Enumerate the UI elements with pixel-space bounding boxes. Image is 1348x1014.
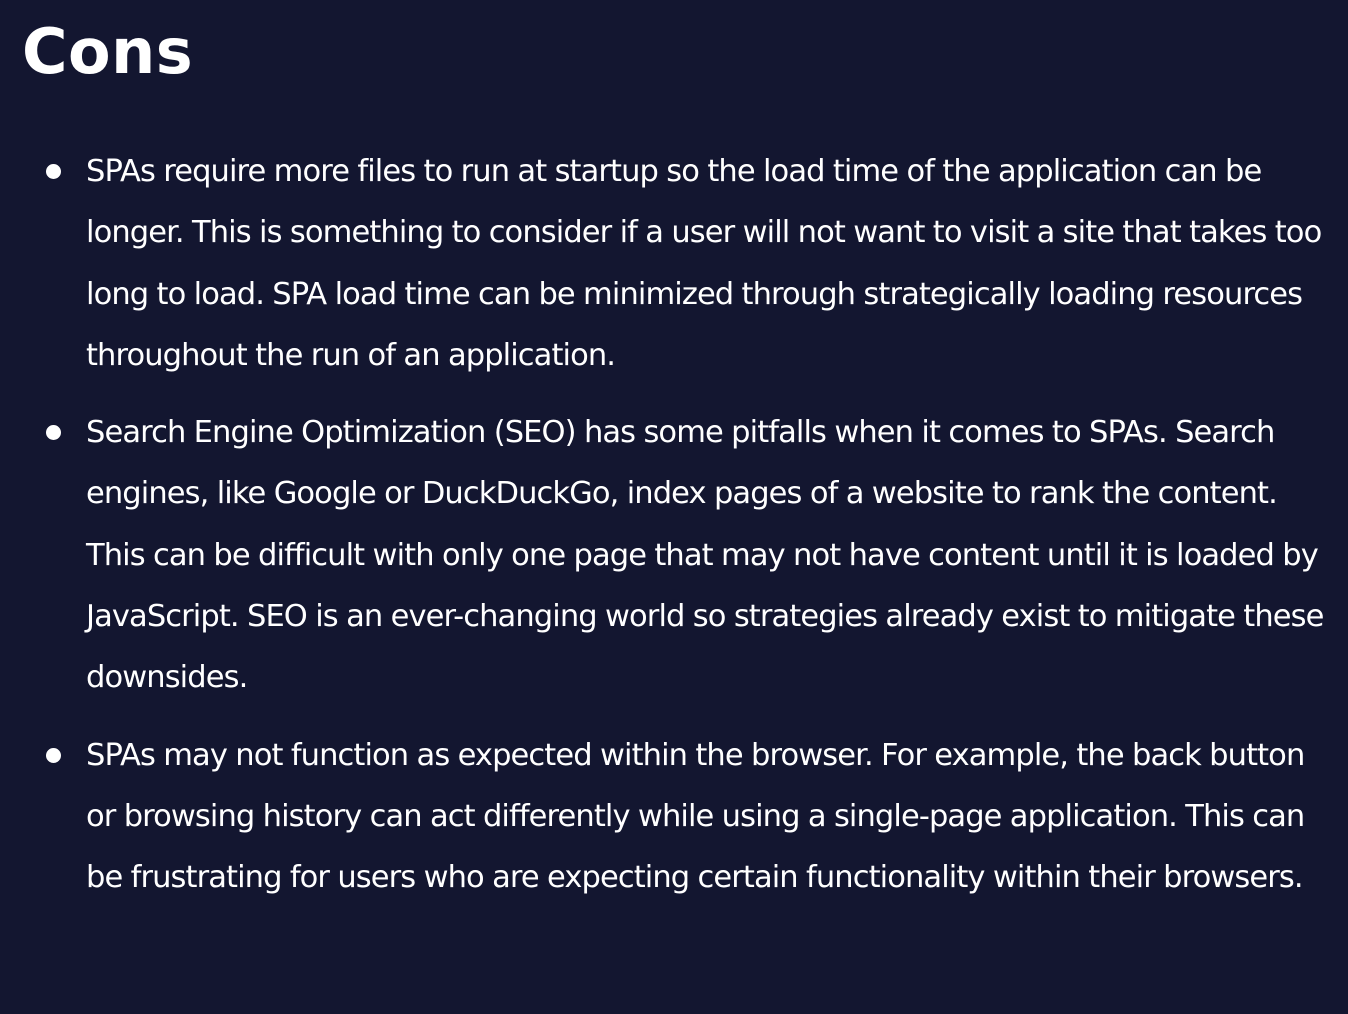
bullet-icon (46, 164, 61, 179)
list-item: SPAs require more files to run at startu… (0, 141, 1348, 386)
list-item-text: SPAs may not function as expected within… (86, 737, 1305, 896)
article-content: Cons SPAs require more files to run at s… (0, 0, 1348, 1014)
bullet-icon (46, 747, 61, 763)
list-item: Search Engine Optimization (SEO) has som… (0, 402, 1348, 708)
list-item-text: SPAs require more files to run at startu… (86, 154, 1322, 373)
list-item: SPAs may not function as expected within… (0, 725, 1348, 909)
list-item-text: Search Engine Optimization (SEO) has som… (86, 415, 1324, 696)
bullet-icon (46, 425, 61, 441)
section-heading: Cons (22, 15, 194, 88)
cons-list: SPAs require more files to run at startu… (0, 141, 1348, 925)
